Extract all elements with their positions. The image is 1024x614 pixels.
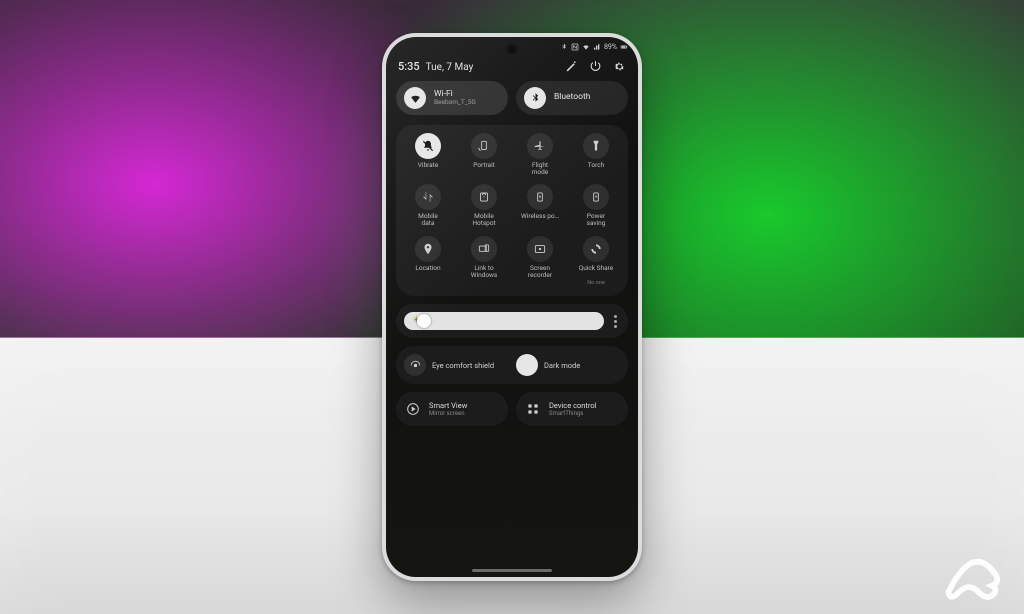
- location-icon: [421, 242, 435, 256]
- device-control-icon: [525, 401, 541, 417]
- tile-portrait[interactable]: Portrait: [456, 133, 512, 176]
- card-device-control[interactable]: Device control SmartThings: [516, 392, 628, 426]
- signal-status-icon: [593, 43, 601, 51]
- brightness-more-button[interactable]: [610, 315, 620, 328]
- smart-view-icon: [405, 401, 421, 417]
- clock-date: Tue, 7 May: [426, 62, 474, 73]
- tile-mobile-data[interactable]: Mobile data: [400, 184, 456, 227]
- card-smart-view[interactable]: Smart View Mirror screen: [396, 392, 508, 426]
- wifi-subtitle: Beebom_T_5G: [434, 99, 476, 106]
- quick-share-icon: [589, 242, 603, 256]
- tile-power-saving[interactable]: Power saving: [568, 184, 624, 227]
- toggle-dark-mode[interactable]: Dark mode: [512, 352, 624, 378]
- torch-icon: [589, 139, 603, 153]
- tile-link-windows[interactable]: Link to Windows: [456, 236, 512, 287]
- eye-comfort-icon: [409, 359, 422, 372]
- tile-location[interactable]: Location: [400, 236, 456, 287]
- tile-vibrate[interactable]: Vibrate: [400, 133, 456, 176]
- settings-button[interactable]: [612, 59, 626, 73]
- screen-recorder-icon: [533, 242, 547, 256]
- wifi-status-icon: [582, 43, 590, 51]
- photo-background: 89% 5:35 Tue, 7 May: [0, 0, 1024, 614]
- camera-hole: [508, 45, 516, 53]
- brightness-slider[interactable]: ☀: [396, 304, 628, 338]
- edit-button[interactable]: [564, 59, 578, 73]
- phone-screen: 89% 5:35 Tue, 7 May: [386, 37, 638, 577]
- gesture-bar[interactable]: [472, 569, 552, 572]
- power-saving-icon: [589, 190, 603, 204]
- link-windows-icon: [477, 242, 491, 256]
- nfc-status-icon: [571, 43, 579, 51]
- toggle-eye-comfort[interactable]: Eye comfort shield: [400, 352, 512, 378]
- wifi-pill[interactable]: Wi-Fi Beebom_T_5G: [396, 81, 508, 115]
- phone-device: 89% 5:35 Tue, 7 May: [382, 33, 642, 581]
- gear-icon: [613, 60, 626, 73]
- clock-time: 5:35: [398, 60, 420, 73]
- bluetooth-icon: [524, 87, 546, 109]
- tile-flight-mode[interactable]: Flight mode: [512, 133, 568, 176]
- mobile-data-icon: [421, 190, 435, 204]
- dark-mode-icon: [521, 359, 534, 372]
- airplane-icon: [533, 139, 547, 153]
- bluetooth-pill[interactable]: Bluetooth: [516, 81, 628, 115]
- brightness-thumb[interactable]: [417, 314, 431, 328]
- qs-tile-panel: Vibrate Portrait Flight mode Torch: [396, 125, 628, 296]
- bluetooth-status-icon: [560, 43, 568, 51]
- power-icon: [589, 60, 602, 73]
- battery-text: 89%: [604, 43, 617, 51]
- status-bar: 89%: [560, 43, 628, 51]
- tile-mobile-hotspot[interactable]: Mobile Hotspot: [456, 184, 512, 227]
- portrait-icon: [477, 139, 491, 153]
- qs-header: 5:35 Tue, 7 May: [396, 59, 628, 73]
- tile-torch[interactable]: Torch: [568, 133, 624, 176]
- pencil-icon: [565, 60, 578, 73]
- wifi-icon: [404, 87, 426, 109]
- tile-wireless-powershare[interactable]: Wireless po…: [512, 184, 568, 227]
- brightness-track[interactable]: ☀: [404, 312, 604, 330]
- battery-status-icon: [620, 43, 628, 51]
- hotspot-icon: [477, 190, 491, 204]
- tile-quick-share[interactable]: Quick Share No one: [568, 236, 624, 287]
- power-button[interactable]: [588, 59, 602, 73]
- tile-screen-recorder[interactable]: Screen recorder: [512, 236, 568, 287]
- vibrate-icon: [421, 139, 435, 153]
- wireless-power-icon: [533, 190, 547, 204]
- watermark-logo: [942, 552, 1006, 600]
- bluetooth-title: Bluetooth: [554, 93, 590, 102]
